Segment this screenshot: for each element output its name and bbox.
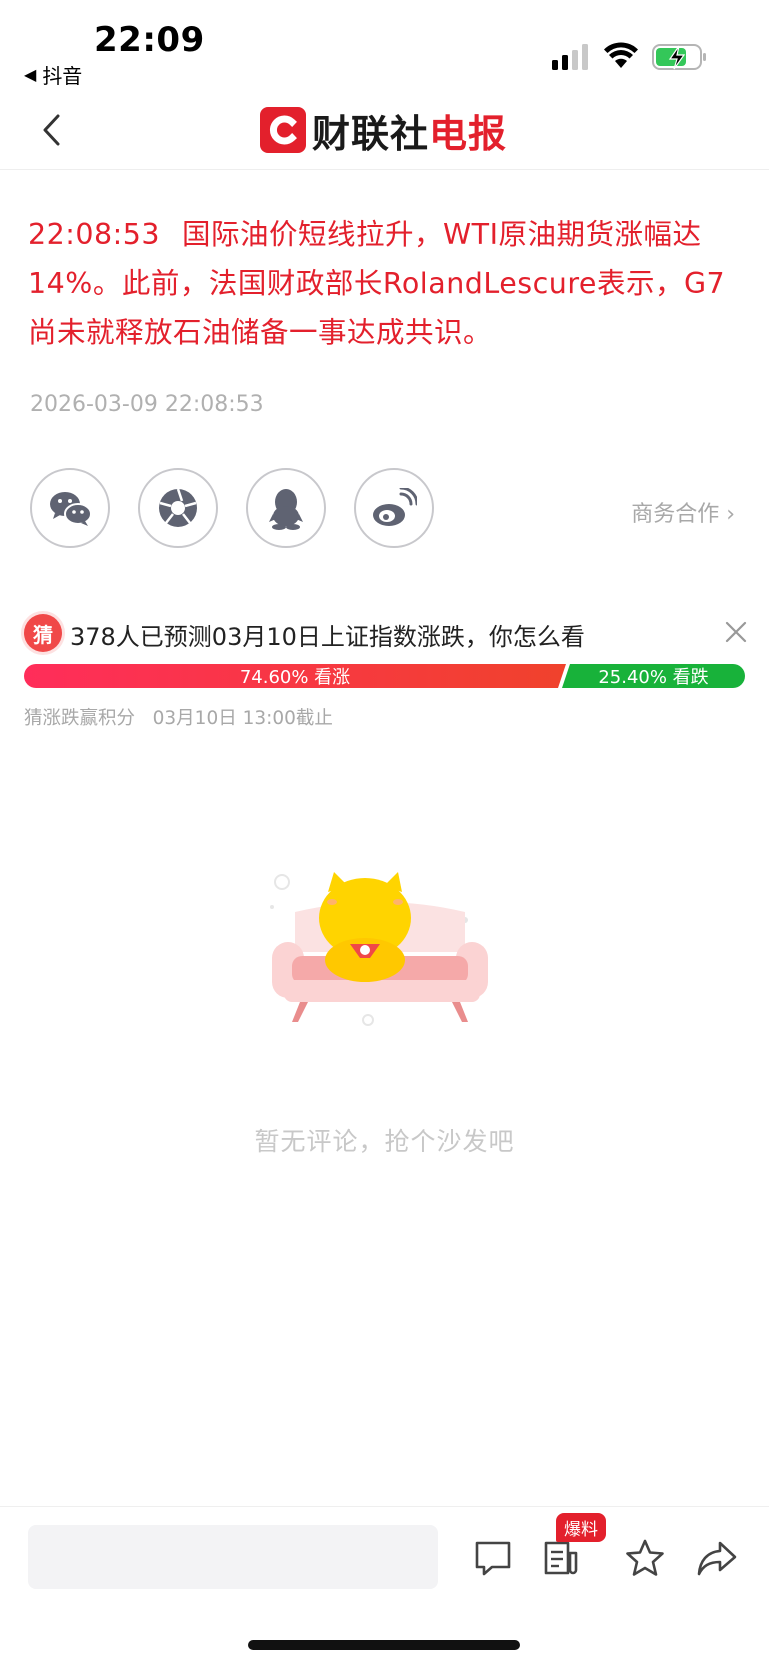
chevron-left-icon <box>43 114 60 146</box>
qq-icon <box>269 489 303 530</box>
news-headline: 22:08:53 国际油价短线拉升，WTI原油期货涨幅达14%。此前，法国财政部长… <box>28 210 748 357</box>
back-app-label: 抖音 <box>42 64 83 88</box>
back-to-app-link[interactable]: ◀ 抖音 <box>24 60 82 89</box>
wechat-icon <box>50 492 92 526</box>
share-row <box>30 468 434 548</box>
business-cooperation-link[interactable]: 商务合作 › <box>631 496 735 528</box>
cellular-signal-icon <box>552 44 588 70</box>
status-time: 22:09 <box>94 20 205 60</box>
share-weibo-button[interactable] <box>354 468 434 548</box>
prediction-bar: 74.60% 看涨 25.40% 看跌 <box>24 664 745 688</box>
share-moments-button[interactable] <box>138 468 218 548</box>
logo-mark-icon <box>260 107 306 153</box>
guess-badge: 猜 <box>24 614 62 652</box>
logo-text-primary: 财联社 <box>312 111 430 156</box>
back-triangle-icon: ◀ <box>24 65 37 84</box>
bottom-bar: 爆料 <box>0 1506 769 1626</box>
news-timestamp: 22:08:53 <box>28 218 160 251</box>
tip-badge[interactable]: 爆料 <box>556 1513 606 1542</box>
publish-time: 2026-03-09 22:08:53 <box>30 392 264 417</box>
close-icon[interactable] <box>722 618 750 646</box>
empty-comments-text: 暂无评论，抢个沙发吧 <box>254 1127 515 1156</box>
share-qq-button[interactable] <box>246 468 326 548</box>
app-logo: 财联社 电报 <box>260 106 507 156</box>
bullish-button[interactable]: 74.60% 看涨 <box>24 664 566 688</box>
share-wechat-button[interactable] <box>30 468 110 548</box>
prediction-title[interactable]: 378人已预测03月10日上证指数涨跌，你怎么看 <box>70 617 585 652</box>
news-icon[interactable] <box>540 1537 582 1579</box>
home-indicator <box>248 1640 520 1650</box>
empty-sofa-mascot-icon <box>270 872 488 1026</box>
wifi-icon <box>604 42 638 68</box>
star-icon[interactable] <box>624 1537 666 1579</box>
prediction-subtitle: 猜涨跌赢积分 03月10日 13:00截止 <box>24 708 333 729</box>
weibo-icon <box>373 488 417 526</box>
status-bar: 22:09 ◀ 抖音 <box>0 0 769 96</box>
comment-icon[interactable] <box>472 1537 514 1579</box>
nav-bar: 财联社 电报 <box>0 96 769 170</box>
moments-icon <box>159 488 197 527</box>
battery-charging-icon <box>652 44 706 70</box>
share-icon[interactable] <box>696 1537 738 1579</box>
bullish-label: 74.60% 看涨 <box>239 667 351 688</box>
comment-input[interactable] <box>28 1525 438 1589</box>
bearish-label: 25.40% 看跌 <box>598 667 709 688</box>
back-button[interactable] <box>34 110 68 150</box>
bearish-button[interactable]: 25.40% 看跌 <box>562 664 745 688</box>
logo-text-accent: 电报 <box>429 111 508 156</box>
